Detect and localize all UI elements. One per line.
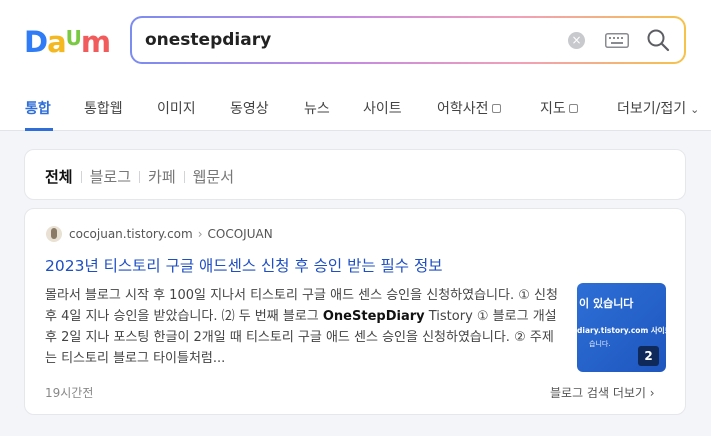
thumbnail-text: 이 있습니다 <box>579 297 634 310</box>
result-domain[interactable]: cocojuan.tistory.com <box>69 227 193 241</box>
more-blog-results-link[interactable]: 블로그 검색 더보기 › <box>550 384 655 401</box>
filter-divider <box>139 170 141 183</box>
tab-map-label: 지도 <box>540 101 566 117</box>
filter-divider <box>183 170 185 183</box>
logo-letter-d: D <box>24 25 48 59</box>
filter-cafe[interactable]: 카페 <box>148 166 176 187</box>
chevron-down-icon: ⌄ <box>690 103 700 116</box>
site-favicon-icon <box>46 226 62 242</box>
result-title[interactable]: 2023년 티스토리 구글 애드센스 신청 후 승인 받는 필수 정보 <box>45 254 443 276</box>
external-link-icon <box>568 104 578 113</box>
thumbnail-text: 습니다. <box>589 340 611 348</box>
search-result-card: cocojuan.tistory.com › COCOJUAN 2023년 티스… <box>24 208 686 415</box>
result-snippet: 몰라서 블로그 시작 후 100일 지나서 티스토리 구글 애드 센스 승인을 … <box>45 285 560 369</box>
result-thumbnail[interactable]: 이 있습니다 diary.tistory.com 사이트 습니다. 2 <box>577 283 666 372</box>
result-source[interactable]: cocojuan.tistory.com › COCOJUAN <box>46 226 273 242</box>
daum-logo[interactable]: D a U m <box>24 25 111 59</box>
tab-map[interactable]: 지도 <box>540 98 578 118</box>
tab-news[interactable]: 뉴스 <box>304 98 330 118</box>
filter-divider <box>80 170 82 183</box>
snippet-highlight: OneStepDiary <box>322 309 425 324</box>
search-input[interactable] <box>145 26 545 54</box>
tab-images[interactable]: 이미지 <box>157 98 196 118</box>
tab-sites[interactable]: 사이트 <box>363 98 402 118</box>
header: D a U m × 통합 통합웹 이미지 동영상 뉴스 사이트 <box>0 0 711 131</box>
search-box: × <box>130 16 686 64</box>
tab-dictionary-label: 어학사전 <box>437 101 489 117</box>
keyboard-icon[interactable] <box>605 33 629 48</box>
logo-letter-u: U <box>65 26 82 50</box>
result-author[interactable]: COCOJUAN <box>208 227 273 241</box>
filter-all[interactable]: 전체 <box>45 166 73 187</box>
result-time: 19시간전 <box>45 386 94 400</box>
chevron-right-icon: › <box>649 386 655 400</box>
image-count-badge: 2 <box>638 346 659 366</box>
thumbnail-text: diary.tistory.com 사이트 <box>577 326 666 335</box>
tab-dictionary[interactable]: 어학사전 <box>437 98 501 118</box>
active-tab-indicator <box>25 128 53 131</box>
tab-videos[interactable]: 동영상 <box>230 98 269 118</box>
search-icon[interactable] <box>646 28 670 52</box>
logo-letter-m: m <box>80 25 111 59</box>
logo-letter-a: a <box>47 25 67 59</box>
filter-blog[interactable]: 블로그 <box>90 166 131 187</box>
tab-all[interactable]: 통합 <box>25 98 51 118</box>
filter-bar: 전체 블로그 카페 웹문서 <box>24 149 686 200</box>
filter-webdocs[interactable]: 웹문서 <box>193 166 234 187</box>
more-link-label: 블로그 검색 더보기 <box>550 386 646 400</box>
search-tabs: 통합 통합웹 이미지 동영상 뉴스 사이트 어학사전 지도 더보기/접기 ⌄ <box>0 84 711 131</box>
external-link-icon <box>491 104 501 113</box>
clear-icon[interactable]: × <box>568 32 585 49</box>
tab-more[interactable]: 더보기/접기 ⌄ <box>617 98 699 118</box>
tab-more-label: 더보기/접기 <box>617 101 687 117</box>
tab-web[interactable]: 통합웹 <box>84 98 123 118</box>
chevron-right-icon: › <box>197 227 203 241</box>
